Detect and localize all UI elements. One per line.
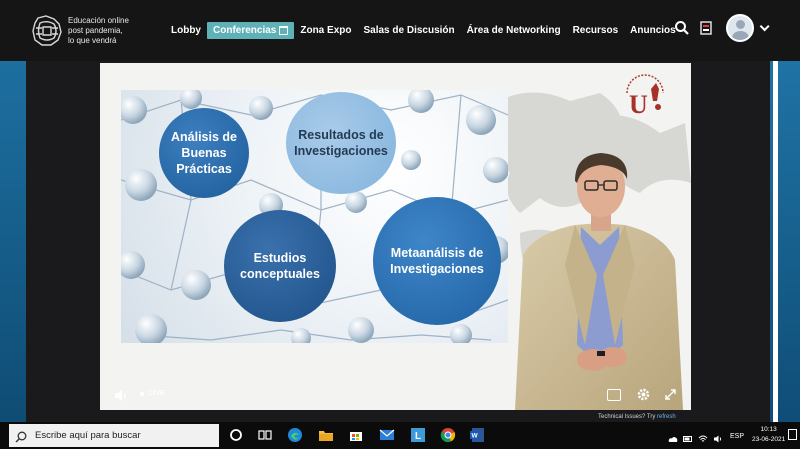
nav-salas-label: Salas de Discusión bbox=[363, 25, 455, 36]
video-player[interactable]: Análisis de Buenas Prácticas Resultados … bbox=[100, 63, 691, 410]
nav-salas-de-discusion[interactable]: Salas de Discusión bbox=[357, 22, 460, 39]
live-dot-icon bbox=[140, 391, 144, 396]
main-menu: Lobby Conferencias Zona Expo Salas de Di… bbox=[165, 22, 682, 39]
svg-text:U: U bbox=[629, 90, 648, 119]
nav-area-de-networking[interactable]: Área de Networking bbox=[461, 22, 567, 39]
captions-icon[interactable] bbox=[607, 389, 621, 401]
nav-recursos[interactable]: Recursos bbox=[567, 22, 625, 39]
search-icon[interactable] bbox=[674, 20, 690, 36]
video-control-bar: LIVE bbox=[100, 381, 691, 410]
chevron-down-icon[interactable] bbox=[759, 20, 770, 31]
nav-zona-expo-label: Zona Expo bbox=[300, 25, 352, 36]
cortana-icon[interactable] bbox=[228, 427, 244, 443]
slide-circle-metaanalisis: Metaanálisis de Investigaciones bbox=[373, 197, 501, 325]
slide-circle-buenas-practicas: Análisis de Buenas Prácticas bbox=[159, 108, 249, 198]
svg-text:W: W bbox=[472, 433, 479, 440]
brand-line-2: post pandemia, bbox=[68, 25, 123, 35]
wifi-icon[interactable] bbox=[698, 431, 708, 442]
taskbar-search-box[interactable]: Escribe aquí para buscar bbox=[9, 424, 219, 447]
nav-conferencias[interactable]: Conferencias bbox=[207, 22, 295, 39]
live-indicator: LIVE bbox=[140, 390, 165, 397]
nav-conferencias-label: Conferencias bbox=[213, 25, 277, 36]
volume-icon[interactable] bbox=[114, 389, 128, 402]
flag-icon[interactable] bbox=[700, 21, 712, 35]
cloud-icon[interactable] bbox=[668, 431, 678, 442]
chrome-icon[interactable] bbox=[440, 427, 456, 443]
battery-icon[interactable] bbox=[683, 431, 693, 442]
live-label: LIVE bbox=[149, 390, 165, 397]
left-side-panel bbox=[0, 61, 26, 422]
brand[interactable]: Educación online post pandemia, lo que v… bbox=[30, 14, 160, 48]
technical-issues-note: Technical Issues? Try refresh bbox=[598, 414, 676, 420]
slide-circle-resultados: Resultados de Investigaciones bbox=[286, 92, 396, 194]
file-explorer-icon[interactable] bbox=[318, 427, 334, 443]
brand-line-3: lo que vendrá bbox=[68, 35, 117, 45]
nav-anuncios-label: Anuncios bbox=[630, 25, 676, 36]
brand-logo-icon bbox=[30, 14, 64, 48]
brand-line-1: Educación online bbox=[68, 15, 129, 25]
taskbar-search-placeholder: Escribe aquí para buscar bbox=[35, 430, 141, 441]
fullscreen-icon[interactable] bbox=[664, 388, 677, 401]
credit-prefix: Technical Issues? Try bbox=[598, 414, 656, 420]
nav-networking-label: Área de Networking bbox=[466, 25, 561, 36]
presentation-slide: Análisis de Buenas Prácticas Resultados … bbox=[121, 90, 508, 343]
nav-lobby[interactable]: Lobby bbox=[165, 22, 207, 39]
notifications-icon[interactable] bbox=[788, 429, 797, 440]
clock-date: 23-06-2021 bbox=[752, 436, 786, 443]
right-side-panel bbox=[770, 61, 800, 422]
nav-zona-expo[interactable]: Zona Expo bbox=[294, 22, 357, 39]
speaker-volume-icon[interactable] bbox=[713, 431, 723, 443]
system-tray: ESP bbox=[668, 429, 744, 443]
gear-icon[interactable] bbox=[636, 387, 651, 402]
slide-circle-estudios: Estudios conceptuales bbox=[224, 210, 336, 322]
edge-browser-icon[interactable] bbox=[287, 427, 303, 443]
top-navigation-bar: Educación online post pandemia, lo que v… bbox=[0, 0, 800, 61]
teams-app-icon[interactable]: L bbox=[410, 427, 426, 443]
language-indicator[interactable]: ESP bbox=[730, 433, 744, 440]
windows-taskbar: Escribe aquí para buscar L W ESP 10:13 2… bbox=[0, 422, 800, 449]
nav-actions bbox=[674, 14, 770, 42]
clock-time: 10:13 bbox=[760, 426, 777, 433]
avatar[interactable] bbox=[726, 14, 754, 42]
university-logo-icon: U bbox=[626, 74, 664, 119]
nav-recursos-label: Recursos bbox=[572, 25, 619, 36]
screen: Educación online post pandemia, lo que v… bbox=[0, 0, 800, 449]
taskbar-clock[interactable]: 10:13 23-06-2021 bbox=[752, 425, 785, 445]
refresh-link[interactable]: refresh bbox=[657, 414, 676, 420]
svg-text:L: L bbox=[415, 431, 421, 442]
task-view-icon[interactable] bbox=[257, 427, 273, 443]
calendar-icon bbox=[279, 26, 289, 35]
nav-lobby-label: Lobby bbox=[171, 25, 201, 36]
mail-icon[interactable] bbox=[379, 427, 395, 443]
brand-title: Educación online post pandemia, lo que v… bbox=[68, 16, 129, 46]
scrollbar[interactable] bbox=[773, 61, 778, 422]
word-icon[interactable]: W bbox=[469, 427, 485, 443]
search-icon bbox=[15, 430, 27, 443]
store-icon[interactable] bbox=[348, 427, 364, 443]
speaker-person bbox=[515, 153, 683, 410]
